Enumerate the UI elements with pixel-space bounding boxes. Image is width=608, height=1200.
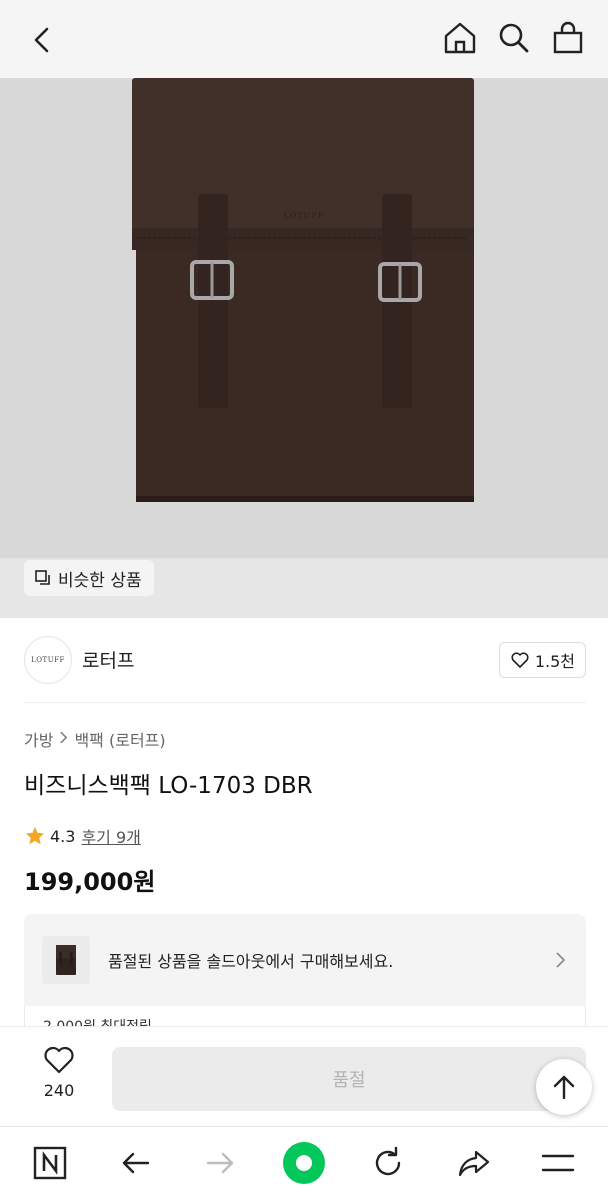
breadcrumb-item-bag[interactable]: 가방	[24, 727, 53, 751]
rating-value: 4.3	[50, 826, 76, 846]
heart-icon	[44, 1046, 74, 1074]
purchase-bar: 240 품절	[0, 1026, 608, 1126]
product-title: 비즈니스백팩 LO-1703 DBR	[24, 773, 313, 799]
shopping-bag-icon[interactable]	[548, 18, 588, 58]
soldout-button[interactable]: 품절	[112, 1047, 586, 1111]
wish-count: 240	[43, 1081, 75, 1100]
reviews-link[interactable]: 후기 9개	[81, 824, 140, 848]
brand-logo[interactable]: LOTUFF	[24, 636, 72, 684]
breadcrumb-item-backpack[interactable]: 백팩 (로터프)	[74, 727, 165, 751]
refresh-icon[interactable]	[366, 1141, 410, 1185]
search-icon[interactable]	[494, 18, 534, 58]
naver-home-icon[interactable]	[28, 1141, 72, 1185]
brand-logo-text: LOTUFF	[31, 656, 65, 664]
soldout-thumbnail	[42, 936, 90, 984]
product-price: 199,000원	[24, 868, 156, 896]
copy-icon	[35, 570, 50, 585]
star-icon	[25, 826, 45, 845]
forward-arrow-icon	[198, 1141, 242, 1185]
brand-like-button[interactable]: 1.5천	[498, 642, 586, 678]
brand-name[interactable]: 로터프	[82, 646, 134, 673]
similar-products-label: 비슷한 상품	[58, 570, 142, 591]
similar-products-button[interactable]: 비슷한 상품	[24, 560, 154, 596]
soldout-banner[interactable]: 품절된 상품을 솔드아웃에서 구매해보세요.	[24, 914, 586, 1006]
chevron-left-icon[interactable]	[22, 20, 62, 60]
browser-nav	[0, 1126, 608, 1200]
points-card-partial: 2,000원 최대적립	[24, 1006, 586, 1028]
divider	[24, 702, 586, 703]
chevron-right-icon	[59, 731, 68, 748]
back-arrow-icon[interactable]	[114, 1141, 158, 1185]
product-image[interactable]: LOTUFF 비슷한 상품	[0, 78, 608, 618]
green-dot-icon[interactable]	[282, 1141, 326, 1185]
wish-button[interactable]: 240	[30, 1045, 88, 1109]
menu-icon[interactable]	[536, 1141, 580, 1185]
chevron-right-icon	[552, 950, 568, 970]
heart-icon	[511, 652, 529, 668]
breadcrumb: 가방 백팩 (로터프)	[24, 727, 166, 751]
scroll-to-top-button[interactable]	[536, 1059, 592, 1115]
rating: 4.3 후기 9개	[24, 824, 141, 848]
brand-row: LOTUFF 로터프 1.5천	[24, 634, 586, 686]
home-icon[interactable]	[440, 18, 480, 58]
backpack-illustration: LOTUFF	[0, 78, 608, 558]
brand-emboss: LOTUFF	[283, 211, 324, 220]
soldout-text: 품절된 상품을 솔드아웃에서 구매해보세요.	[108, 952, 394, 971]
arrow-up-icon	[553, 1075, 575, 1100]
share-icon[interactable]	[452, 1141, 496, 1185]
top-header	[0, 0, 608, 78]
brand-like-count: 1.5천	[534, 652, 575, 671]
